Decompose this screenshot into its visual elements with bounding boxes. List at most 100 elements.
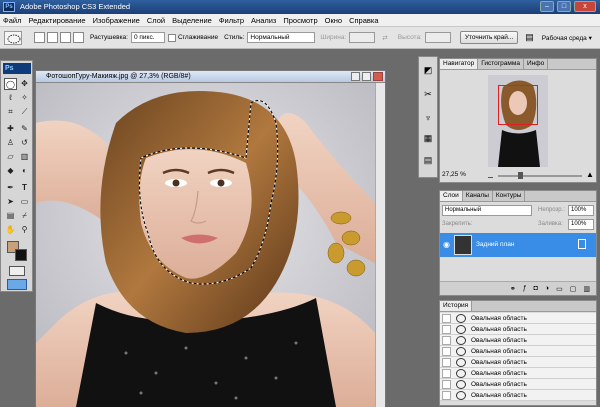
eyedropper-tool-icon[interactable]: ⌿ — [18, 210, 31, 222]
menu-filter[interactable]: Фильтр — [219, 16, 244, 25]
palette-icon[interactable]: ▤ — [525, 32, 534, 43]
shape-tool-icon[interactable]: ▭ — [18, 196, 31, 208]
dodge-tool-icon[interactable]: ◐ — [18, 165, 31, 177]
quick-mask-icon[interactable] — [9, 266, 25, 276]
close-button[interactable]: x — [574, 1, 596, 12]
doc-maximize-button[interactable] — [362, 72, 371, 81]
menu-file[interactable]: Файл — [3, 16, 21, 25]
zoom-slider[interactable] — [498, 175, 582, 177]
fill-input[interactable]: 100% — [568, 219, 594, 230]
intersect-selection-mode[interactable] — [73, 32, 84, 43]
add-mask-icon[interactable]: ◘ — [534, 285, 538, 292]
add-selection-mode[interactable] — [47, 32, 58, 43]
marquee-tool-icon[interactable]: ◯ — [4, 78, 17, 90]
history-item[interactable]: Овальная область — [440, 324, 596, 335]
layer-visibility-eye-icon[interactable]: ◉ — [443, 240, 450, 249]
toolbox: Ps ◯ ✥ ℓ ✧ ⌗ ⟋ ✚ ✎ ♙ ↺ ▱ ▥ ◆ ◐ ✒ T ➤ ▭ ▤… — [0, 60, 33, 292]
history-item[interactable]: Овальная область — [440, 368, 596, 379]
maximize-button[interactable]: □ — [557, 1, 571, 12]
path-select-icon[interactable]: ➤ — [4, 196, 17, 208]
history-item[interactable]: Овальная область — [440, 379, 596, 390]
healing-tool-icon[interactable]: ✚ — [4, 123, 17, 135]
slice-tool-icon[interactable]: ⟋ — [18, 106, 31, 118]
history-item[interactable]: Овальная область — [440, 357, 596, 368]
background-color-swatch[interactable] — [15, 249, 27, 261]
blur-tool-icon[interactable]: ◆ — [4, 165, 17, 177]
blend-mode-select[interactable]: Нормальный — [442, 205, 532, 216]
navigator-dock-icon[interactable]: ◩ — [421, 65, 435, 78]
antialias-checkbox[interactable] — [167, 33, 176, 42]
image-canvas[interactable] — [36, 83, 375, 407]
screen-mode-icon[interactable] — [7, 279, 27, 290]
opacity-input[interactable]: 100% — [568, 205, 594, 216]
hand-tool-icon[interactable]: ✋ — [4, 224, 17, 236]
delete-layer-icon[interactable]: ▥ — [583, 285, 590, 293]
history-item[interactable]: Овальная область — [440, 390, 596, 401]
navigator-zoom[interactable]: 27,25 % — [442, 171, 466, 178]
notes-tool-icon[interactable]: ▤ — [4, 210, 17, 222]
width-input[interactable] — [349, 32, 376, 43]
workspace-menu[interactable]: Рабочая среда ▾ — [542, 34, 592, 42]
new-selection-mode[interactable] — [34, 32, 45, 43]
new-layer-icon[interactable]: ▢ — [570, 285, 577, 293]
menu-image[interactable]: Изображение — [93, 16, 140, 25]
layers-footer: ⚭ ƒ ◘ ◑ ▭ ▢ ▥ — [440, 281, 596, 295]
refine-edge-button[interactable]: Уточнить край... — [459, 31, 519, 44]
clone-source-dock-icon[interactable]: ▦ — [421, 133, 435, 146]
navigator-thumbnail[interactable] — [488, 75, 548, 167]
gradient-tool-icon[interactable]: ▥ — [18, 151, 31, 163]
subtract-selection-mode[interactable] — [60, 32, 71, 43]
zoom-in-icon[interactable]: ▲ — [586, 170, 594, 179]
type-tool-icon[interactable]: T — [18, 182, 31, 194]
navigator-view-box[interactable] — [498, 85, 538, 125]
menu-help[interactable]: Справка — [349, 16, 378, 25]
tab-layers[interactable]: Слои — [440, 191, 463, 201]
zoom-out-icon[interactable] — [488, 173, 493, 178]
pen-tool-icon[interactable]: ✒ — [4, 182, 17, 194]
style-select[interactable]: Нормальный — [247, 32, 316, 43]
minimize-button[interactable]: – — [540, 1, 554, 12]
history-item[interactable]: Овальная область — [440, 335, 596, 346]
history-item[interactable]: Овальная область — [440, 313, 596, 324]
document-scrollbar[interactable] — [375, 83, 385, 407]
magic-wand-tool-icon[interactable]: ✧ — [18, 92, 31, 104]
feather-input[interactable]: 0 пикс. — [130, 32, 165, 43]
history-item[interactable]: Овальная область — [440, 346, 596, 357]
lasso-tool-icon[interactable]: ℓ — [4, 92, 17, 104]
menu-layer[interactable]: Слой — [147, 16, 165, 25]
layer-style-icon[interactable]: ƒ — [523, 285, 527, 292]
zoom-tool-icon[interactable]: ⚲ — [18, 224, 31, 236]
tab-info[interactable]: Инфо — [524, 59, 549, 69]
tab-paths[interactable]: Контуры — [493, 191, 526, 201]
stamp-tool-icon[interactable]: ♙ — [4, 137, 17, 149]
zoom-slider-thumb[interactable] — [518, 172, 523, 179]
tab-navigator[interactable]: Навигатор — [440, 59, 479, 69]
menu-edit[interactable]: Редактирование — [28, 16, 85, 25]
menu-window[interactable]: Окно — [325, 16, 342, 25]
menu-select[interactable]: Выделение — [172, 16, 212, 25]
tools-dock-icon[interactable]: ✂ — [421, 89, 435, 102]
layer-row-background[interactable]: ◉ Задний план — [440, 233, 596, 257]
link-layers-icon[interactable]: ⚭ — [510, 285, 516, 293]
layer-comps-dock-icon[interactable]: ▤ — [421, 155, 435, 168]
tool-preset-picker[interactable] — [4, 30, 22, 45]
new-group-icon[interactable]: ▭ — [556, 285, 563, 293]
document-title: ФотошопГуру-Макияж.jpg @ 27,3% (RGB/8#) — [36, 71, 385, 83]
navigator-panel: Навигатор Гистограмма Инфо 27,25 % ▲ — [439, 58, 597, 183]
history-brush-icon[interactable]: ↺ — [18, 137, 31, 149]
brush-tool-icon[interactable]: ✎ — [18, 123, 31, 135]
crop-tool-icon[interactable]: ⌗ — [4, 106, 17, 118]
tab-channels[interactable]: Каналы — [463, 191, 493, 201]
move-tool-icon[interactable]: ✥ — [18, 78, 31, 90]
tab-histogram[interactable]: Гистограмма — [478, 59, 524, 69]
antialias-label: Сглаживание — [177, 34, 219, 41]
menu-analysis[interactable]: Анализ — [251, 16, 276, 25]
tab-history[interactable]: История — [440, 301, 473, 311]
eraser-tool-icon[interactable]: ▱ — [4, 151, 17, 163]
height-input[interactable] — [424, 32, 451, 43]
doc-minimize-button[interactable] — [351, 72, 360, 81]
menu-view[interactable]: Просмотр — [283, 16, 317, 25]
doc-close-button[interactable] — [373, 72, 383, 81]
brushes-dock-icon[interactable]: ♆ — [421, 113, 435, 126]
adjustment-layer-icon[interactable]: ◑ — [545, 285, 549, 292]
